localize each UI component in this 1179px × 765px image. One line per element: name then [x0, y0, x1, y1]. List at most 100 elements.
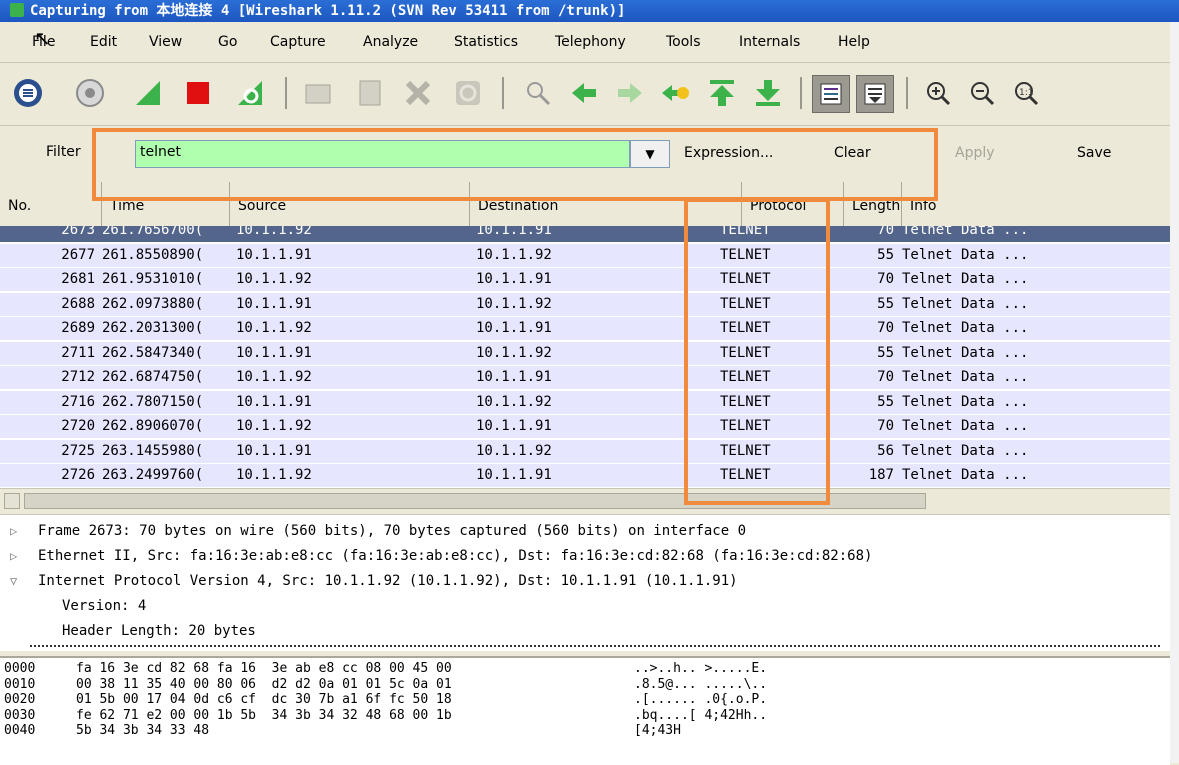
- detail-tree-item[interactable]: Header Length: 20 bytes: [62, 619, 256, 644]
- options-icon[interactable]: [72, 75, 108, 111]
- menu-tools[interactable]: Tools: [666, 34, 701, 50]
- menu-go[interactable]: Go: [218, 34, 237, 50]
- mouse-cursor-icon: ↖: [34, 26, 51, 50]
- stop-capture-icon[interactable]: [180, 75, 216, 111]
- packet-cell-info: Telnet Data ...: [902, 344, 1029, 361]
- start-capture-icon[interactable]: [130, 75, 166, 111]
- toolbar-separator: [800, 77, 802, 109]
- normal-size-icon[interactable]: 1:1: [1008, 75, 1044, 111]
- packet-row[interactable]: 2720 262.8906070(10.1.1.92 10.1.1.91 TELNET…: [0, 415, 1170, 438]
- packet-cell-no: 2688: [61, 295, 95, 312]
- expression-button[interactable]: Expression...: [684, 145, 773, 161]
- detail-tree-item[interactable]: Version: 4: [62, 594, 146, 619]
- expand-arrow-icon[interactable]: ▷: [10, 519, 17, 544]
- column-header-no[interactable]: No.: [0, 182, 102, 226]
- packet-row[interactable]: 2681 261.9531010(10.1.1.92 10.1.1.91 TELNET…: [0, 268, 1170, 291]
- packet-cell-source: 10.1.1.91: [236, 442, 312, 459]
- packet-cell-destination: 10.1.1.92: [476, 442, 552, 459]
- detail-tree-item[interactable]: Internet Protocol Version 4, Src: 10.1.1…: [38, 569, 738, 594]
- menu-telephony[interactable]: Telephony: [555, 34, 626, 50]
- autoscroll-icon[interactable]: [856, 75, 894, 113]
- menu-view[interactable]: View: [149, 34, 182, 50]
- go-forward-icon[interactable]: [612, 75, 648, 111]
- zoom-in-icon[interactable]: [920, 75, 956, 111]
- packet-row[interactable]: 2726 263.2499760(10.1.1.92 10.1.1.91 TELNET…: [0, 464, 1170, 487]
- hex-bytes: fa 16 3e cd 82 68 fa 16 3e ab e8 cc 08 0…: [76, 661, 452, 676]
- packet-cell-destination: 10.1.1.92: [476, 344, 552, 361]
- open-file-icon[interactable]: [300, 75, 336, 111]
- menu-internals[interactable]: Internals: [739, 34, 800, 50]
- column-header-protocol[interactable]: Protocol: [742, 182, 844, 226]
- packet-cell-length: 56: [877, 442, 894, 459]
- packet-cell-length: 70: [877, 271, 894, 287]
- collapse-arrow-icon[interactable]: ▽: [10, 569, 17, 594]
- close-file-icon[interactable]: [400, 75, 436, 111]
- wireshark-logo-icon: [10, 3, 24, 17]
- packet-cell-time: 263.2499760(: [102, 467, 204, 483]
- packet-cell-protocol: TELNET: [720, 226, 771, 238]
- reload-icon[interactable]: [450, 75, 486, 111]
- packet-cell-protocol: TELNET: [720, 271, 771, 287]
- packet-cell-length: 187: [868, 467, 894, 483]
- menu-capture[interactable]: Capture: [270, 34, 326, 50]
- column-header-source[interactable]: Source: [230, 182, 470, 226]
- hex-bytes: 01 5b 00 17 04 0d c6 cf dc 30 7b a1 6f f…: [76, 692, 452, 707]
- menu-help[interactable]: Help: [838, 34, 870, 50]
- packet-row[interactable]: 2688 262.0973880(10.1.1.91 10.1.1.92 TELNET…: [0, 292, 1170, 316]
- scroll-left-button[interactable]: [4, 493, 20, 509]
- hex-ascii: [4;43H: [634, 723, 681, 738]
- packet-cell-protocol: TELNET: [720, 295, 771, 312]
- packet-row[interactable]: 2689 262.2031300(10.1.1.92 10.1.1.91 TELNET…: [0, 317, 1170, 340]
- apply-filter-button[interactable]: Apply: [955, 145, 995, 161]
- scrollbar-thumb[interactable]: [24, 493, 926, 509]
- expand-arrow-icon[interactable]: ▷: [10, 544, 17, 569]
- packet-row[interactable]: 2673 261.7656700(10.1.1.92 10.1.1.91 TELNET…: [0, 226, 1170, 242]
- clear-filter-button[interactable]: Clear: [834, 145, 871, 161]
- packet-cell-time: 261.8550890(: [102, 246, 204, 263]
- packet-cell-time: 262.8906070(: [102, 418, 204, 434]
- go-last-icon[interactable]: [750, 75, 786, 111]
- packet-row[interactable]: 2711 262.5847340(10.1.1.91 10.1.1.92 TELNET…: [0, 341, 1170, 365]
- packet-row[interactable]: 2712 262.6874750(10.1.1.92 10.1.1.91 TELNET…: [0, 366, 1170, 389]
- interfaces-icon[interactable]: [10, 75, 46, 111]
- save-file-icon[interactable]: [352, 75, 388, 111]
- detail-tree-item[interactable]: Frame 2673: 70 bytes on wire (560 bits),…: [38, 519, 746, 544]
- menu-analyze[interactable]: Analyze: [363, 34, 418, 50]
- packet-list-scrollbar[interactable]: [0, 488, 1170, 513]
- go-back-icon[interactable]: [566, 75, 602, 111]
- menu-statistics[interactable]: Statistics: [454, 34, 518, 50]
- packet-cell-no: 2726: [61, 467, 95, 483]
- packet-row[interactable]: 2677 261.8550890(10.1.1.91 10.1.1.92 TELNET…: [0, 243, 1170, 267]
- packet-cell-protocol: TELNET: [720, 246, 771, 263]
- packet-cell-time: 262.0973880(: [102, 295, 204, 312]
- colorize-icon[interactable]: [812, 75, 850, 113]
- packet-cell-info: Telnet Data ...: [902, 369, 1029, 385]
- detail-text: Header Length: 20 bytes: [62, 623, 256, 639]
- packet-cell-destination: 10.1.1.92: [476, 246, 552, 263]
- packet-row[interactable]: 2716 262.7807150(10.1.1.91 10.1.1.92 TELNET…: [0, 390, 1170, 414]
- packet-cell-info: Telnet Data ...: [902, 226, 1029, 238]
- menu-edit[interactable]: Edit: [90, 34, 117, 50]
- restart-capture-icon[interactable]: [232, 75, 268, 111]
- packet-cell-destination: 10.1.1.92: [476, 295, 552, 312]
- go-first-icon[interactable]: [704, 75, 740, 111]
- packet-cell-info: Telnet Data ...: [902, 320, 1029, 336]
- column-header-time[interactable]: Time: [102, 182, 230, 226]
- packet-cell-no: 2725: [61, 442, 95, 459]
- column-header-info[interactable]: Info: [902, 182, 1170, 226]
- toolbar-separator: [285, 77, 287, 109]
- save-filter-button[interactable]: Save: [1077, 145, 1111, 161]
- display-filter-input[interactable]: telnet: [135, 140, 630, 168]
- chevron-down-icon: ▼: [645, 147, 655, 161]
- hex-offset: 0010: [4, 676, 36, 692]
- detail-tree-item[interactable]: Ethernet II, Src: fa:16:3e:ab:e8:cc (fa:…: [38, 544, 872, 569]
- column-header-destination[interactable]: Destination: [470, 182, 742, 226]
- zoom-out-icon[interactable]: [964, 75, 1000, 111]
- packet-cell-no: 2673: [61, 226, 95, 238]
- filter-history-dropdown[interactable]: ▼: [630, 140, 670, 168]
- packet-row[interactable]: 2725 263.1455980(10.1.1.91 10.1.1.92 TELNET…: [0, 439, 1170, 463]
- column-header-length[interactable]: Length: [844, 182, 902, 226]
- hex-bytes: fe 62 71 e2 00 00 1b 5b 34 3b 34 32 48 6…: [76, 707, 452, 723]
- go-to-packet-icon[interactable]: [658, 75, 694, 111]
- find-packet-icon[interactable]: [520, 75, 556, 111]
